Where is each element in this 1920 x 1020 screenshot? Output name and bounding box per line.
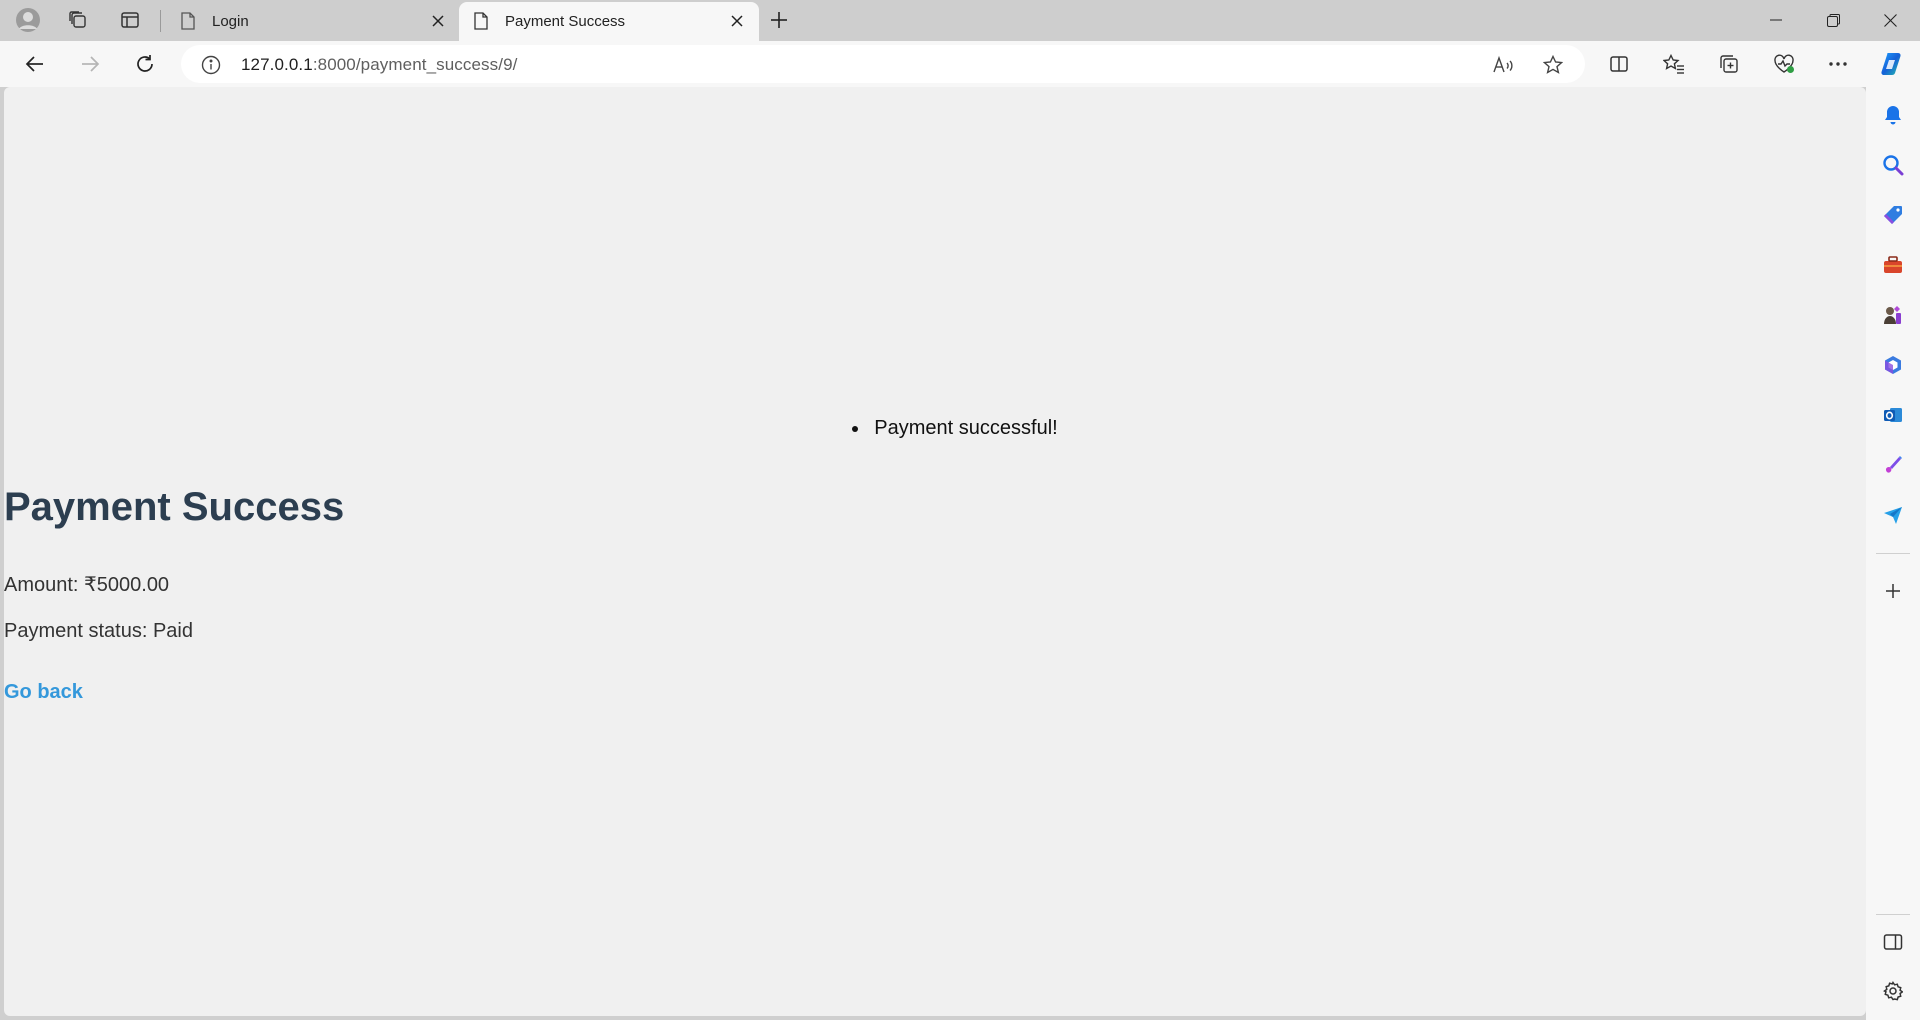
- bell-icon[interactable]: [1875, 97, 1911, 133]
- amount-text: Amount: ₹5000.00: [4, 574, 170, 596]
- hide-sidebar-icon[interactable]: [1875, 924, 1911, 960]
- edge-sidebar: [1866, 87, 1920, 1020]
- send-icon[interactable]: [1875, 497, 1911, 533]
- designer-icon[interactable]: [1875, 447, 1911, 483]
- go-back-link-wrap: Go back: [4, 681, 1866, 704]
- browser-essentials-icon[interactable]: [1766, 46, 1802, 82]
- collections-icon[interactable]: [1711, 46, 1747, 82]
- more-menu-icon[interactable]: [1820, 46, 1856, 82]
- message-item: Payment successful!: [852, 417, 1058, 440]
- games-icon[interactable]: [1875, 297, 1911, 333]
- back-button[interactable]: [17, 46, 53, 82]
- copilot-icon[interactable]: [1874, 46, 1910, 82]
- outlook-icon[interactable]: [1875, 397, 1911, 433]
- shopping-tag-icon[interactable]: [1875, 197, 1911, 233]
- site-info-icon[interactable]: [201, 55, 221, 80]
- tab-title: Payment Success: [505, 13, 626, 30]
- microsoft365-icon[interactable]: [1875, 347, 1911, 383]
- toolbox-icon[interactable]: [1875, 247, 1911, 283]
- minimize-button[interactable]: [1748, 0, 1804, 40]
- forward-button[interactable]: [72, 46, 108, 82]
- messages-list: Payment successful!: [4, 417, 1866, 440]
- workspaces-icon[interactable]: [60, 4, 96, 36]
- read-aloud-icon[interactable]: [1489, 51, 1517, 79]
- restore-button[interactable]: [1805, 0, 1861, 40]
- split-screen-icon[interactable]: [1601, 46, 1637, 82]
- refresh-button[interactable]: [127, 46, 163, 82]
- settings-icon[interactable]: [1875, 973, 1911, 1009]
- page-viewport: Payment successful! Payment Success Amou…: [4, 87, 1866, 1016]
- page-icon: [473, 12, 489, 34]
- sidebar-divider: [1876, 914, 1910, 915]
- go-back-link[interactable]: Go back: [4, 681, 83, 703]
- url-text[interactable]: 127.0.0.1:8000/payment_success/9/: [241, 55, 517, 75]
- tab-separator: [160, 10, 161, 32]
- close-window-button[interactable]: [1862, 0, 1918, 40]
- navigation-toolbar: 127.0.0.1:8000/payment_success/9/: [0, 41, 1920, 87]
- add-icon[interactable]: [1875, 573, 1911, 609]
- search-icon[interactable]: [1875, 147, 1911, 183]
- sidebar-divider: [1876, 553, 1910, 554]
- url-path: :8000/payment_success/9/: [312, 55, 518, 74]
- close-tab-icon[interactable]: [727, 11, 747, 31]
- tab-title: Login: [212, 13, 249, 30]
- address-bar[interactable]: 127.0.0.1:8000/payment_success/9/: [181, 45, 1585, 83]
- page-title: Payment Success: [4, 485, 345, 529]
- vertical-tabs-icon[interactable]: [112, 4, 148, 36]
- favorites-icon[interactable]: [1656, 46, 1692, 82]
- new-tab-button[interactable]: [762, 4, 796, 36]
- page-icon: [180, 12, 196, 34]
- tab-payment-success[interactable]: Payment Success: [459, 2, 759, 41]
- profile-avatar-icon[interactable]: [10, 4, 46, 36]
- tab-login[interactable]: Login: [166, 2, 456, 39]
- close-tab-icon[interactable]: [428, 11, 448, 31]
- url-host: 127.0.0.1: [241, 55, 313, 74]
- tab-strip: Login Payment Success: [0, 0, 1920, 41]
- favorite-star-icon[interactable]: [1539, 51, 1567, 79]
- payment-status-text: Payment status: Paid: [4, 620, 193, 642]
